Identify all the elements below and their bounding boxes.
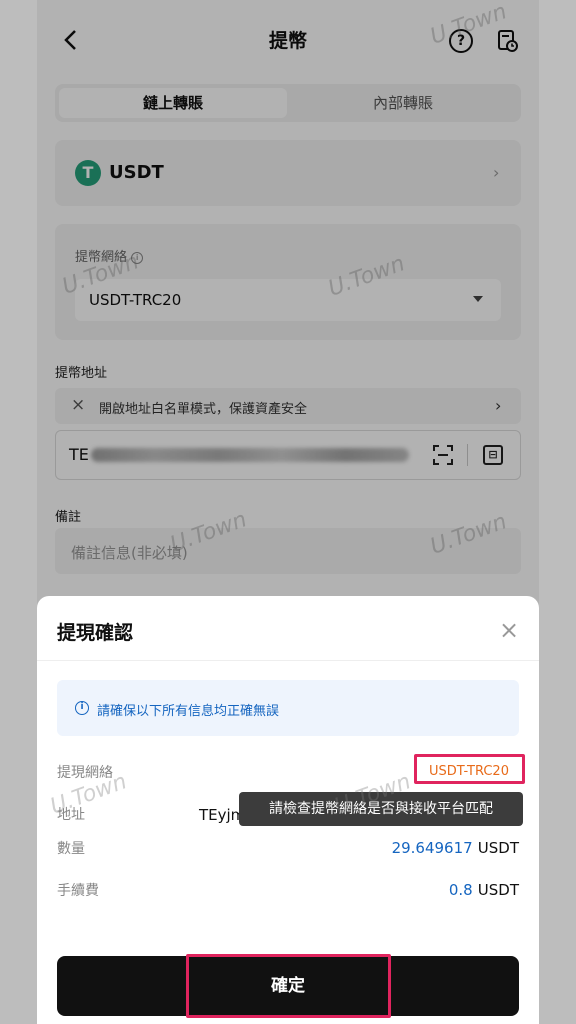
- amount-row-value: 29.649617 USDT: [392, 838, 519, 857]
- whitelist-text: 開啟地址白名單模式，保護資產安全: [99, 402, 308, 417]
- amount-row-label: 數量: [57, 841, 85, 857]
- address-book-icon[interactable]: ⊟: [483, 445, 503, 465]
- close-icon[interactable]: ×: [71, 395, 85, 415]
- dialog-title: 提現確認: [57, 622, 134, 644]
- amount-number: 29.649617: [391, 839, 473, 857]
- address-prefix: TE: [69, 445, 89, 464]
- network-value: USDT-TRC20: [89, 291, 182, 309]
- dropdown-caret-icon: [473, 296, 483, 302]
- info-icon: i: [75, 701, 89, 715]
- memo-label: 備註: [55, 510, 82, 525]
- divider: [467, 444, 468, 466]
- tab-onchain-transfer[interactable]: 鏈上轉賬: [59, 88, 287, 118]
- tether-icon: T: [75, 160, 101, 186]
- address-redacted: [91, 448, 409, 462]
- withdraw-confirm-dialog: 提現確認 × i 請確保以下所有信息均正確無誤 提現網絡 USDT-TRC20 …: [37, 596, 539, 1024]
- highlight-frame: [414, 754, 525, 784]
- divider: [37, 660, 539, 661]
- notice-text: 請確保以下所有信息均正確無誤: [97, 704, 280, 719]
- highlight-frame: [186, 954, 391, 1018]
- fee-row-value: 0.8 USDT: [449, 880, 519, 899]
- amount-unit: USDT: [477, 839, 519, 857]
- chevron-right-icon: ›: [495, 396, 502, 415]
- fee-row-label: 手續費: [57, 883, 99, 899]
- coin-name: USDT: [109, 162, 164, 183]
- fee-number: 0.8: [448, 881, 473, 899]
- tab-internal-transfer[interactable]: 內部轉賬: [289, 88, 517, 118]
- chevron-right-icon: ›: [493, 163, 500, 182]
- scan-qr-icon[interactable]: [433, 445, 453, 465]
- address-label: 提幣地址: [55, 366, 108, 381]
- history-record-icon[interactable]: [497, 29, 519, 53]
- fee-unit: USDT: [477, 881, 519, 899]
- close-icon[interactable]: ×: [499, 616, 519, 644]
